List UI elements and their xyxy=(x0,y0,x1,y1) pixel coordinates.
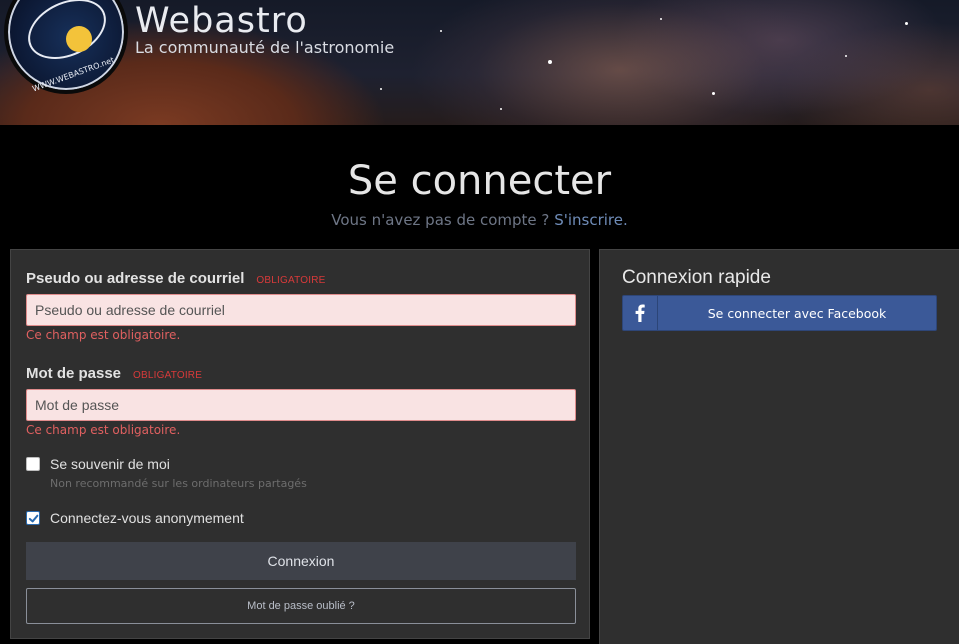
site-title[interactable]: Webastro xyxy=(135,1,308,41)
site-logo[interactable]: WWW.WEBASTRO.net xyxy=(4,0,128,94)
password-input[interactable] xyxy=(26,389,576,421)
quick-login-panel: Connexion rapide Se connecter avec Faceb… xyxy=(599,249,959,644)
remember-me-checkbox[interactable] xyxy=(26,457,40,471)
password-required-badge: OBLIGATOIRE xyxy=(133,370,203,381)
star xyxy=(548,60,552,64)
login-form-panel: Pseudo ou adresse de courriel OBLIGATOIRE… xyxy=(10,249,590,639)
star xyxy=(712,92,715,95)
password-error: Ce champ est obligatoire. xyxy=(26,423,181,437)
logo-text: WWW.WEBASTRO.net xyxy=(31,55,116,94)
star xyxy=(440,30,442,32)
anonymous-label[interactable]: Connectez-vous anonymement xyxy=(50,510,244,526)
star xyxy=(380,88,382,90)
remember-me-hint: Non recommandé sur les ordinateurs parta… xyxy=(50,477,307,490)
header-banner: WWW.WEBASTRO.net Webastro La communauté … xyxy=(0,0,959,125)
anonymous-row[interactable]: Connectez-vous anonymement xyxy=(26,510,244,526)
password-label-row: Mot de passe OBLIGATOIRE xyxy=(26,365,202,382)
login-submit-button[interactable]: Connexion xyxy=(26,542,576,580)
facebook-login-button[interactable]: Se connecter avec Facebook xyxy=(622,295,937,331)
username-label: Pseudo ou adresse de courriel xyxy=(26,270,245,287)
checkmark-icon xyxy=(28,514,38,522)
signup-link[interactable]: S'inscrire. xyxy=(554,211,628,229)
username-error: Ce champ est obligatoire. xyxy=(26,328,181,342)
username-required-badge: OBLIGATOIRE xyxy=(256,275,326,286)
logo-moon xyxy=(66,26,92,52)
username-label-row: Pseudo ou adresse de courriel OBLIGATOIRE xyxy=(26,270,326,287)
password-label: Mot de passe xyxy=(26,365,122,382)
forgot-password-button[interactable]: Mot de passe oublié ? xyxy=(26,588,576,624)
remember-me-row[interactable]: Se souvenir de moi xyxy=(26,456,170,472)
no-account-text: Vous n'avez pas de compte ? xyxy=(331,211,550,229)
star xyxy=(660,18,662,20)
remember-me-label[interactable]: Se souvenir de moi xyxy=(50,456,170,472)
star xyxy=(845,55,847,57)
quick-login-title: Connexion rapide xyxy=(622,267,771,288)
star xyxy=(905,22,908,25)
star xyxy=(500,108,502,110)
page-title: Se connecter xyxy=(347,158,612,204)
site-tagline: La communauté de l'astronomie xyxy=(135,38,395,57)
facebook-login-label: Se connecter avec Facebook xyxy=(707,305,887,321)
facebook-icon xyxy=(623,296,658,330)
no-account-line: Vous n'avez pas de compte ? S'inscrire. xyxy=(0,211,959,229)
anonymous-checkbox[interactable] xyxy=(26,511,40,525)
username-input[interactable] xyxy=(26,294,576,326)
